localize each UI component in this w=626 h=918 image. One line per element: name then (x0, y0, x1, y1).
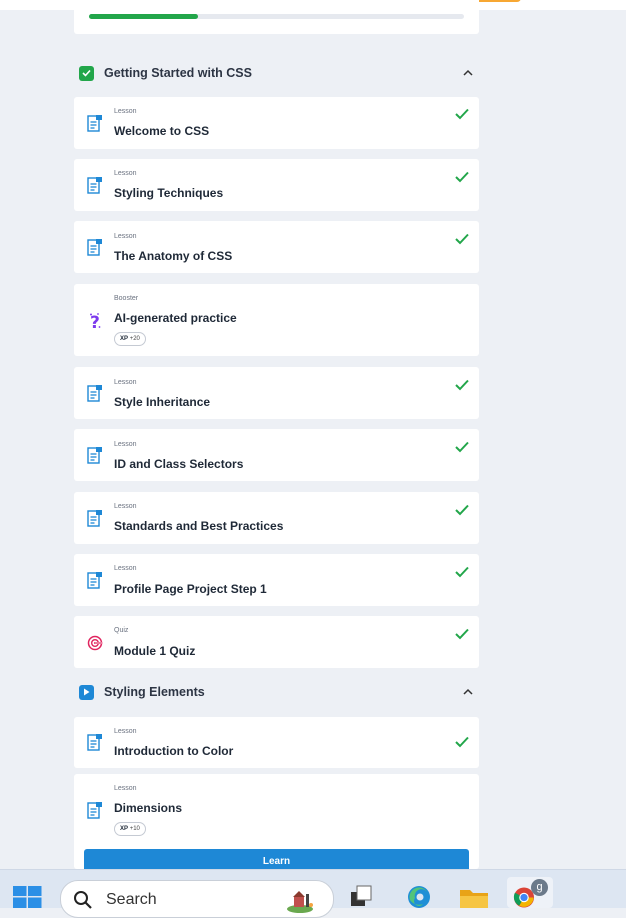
section-header-styling-elements[interactable]: Styling Elements (74, 675, 479, 709)
lesson-icon (87, 734, 102, 751)
check-icon (455, 566, 469, 578)
item-type: Lesson (114, 108, 137, 115)
search-highlight-icon (287, 891, 313, 913)
chevron-up-icon[interactable] (461, 66, 475, 80)
task-view-icon[interactable] (347, 884, 379, 908)
section-title: Styling Elements (104, 685, 205, 699)
search-icon (74, 891, 92, 909)
item-title: Standards and Best Practices (114, 519, 284, 533)
list-item[interactable]: ? Booster AI-generated practice XP +20 (74, 284, 479, 356)
lesson-icon (87, 239, 102, 256)
item-title: Profile Page Project Step 1 (114, 582, 267, 596)
item-type: Lesson (114, 565, 137, 572)
item-type: Lesson (114, 785, 137, 792)
list-item[interactable]: Lesson The Anatomy of CSS (74, 221, 479, 273)
check-icon (455, 441, 469, 453)
xp-badge: XP +10 (114, 822, 146, 836)
item-type: Lesson (114, 503, 137, 510)
xp-value: +20 (129, 336, 140, 342)
list-item[interactable]: Lesson Profile Page Project Step 1 (74, 554, 479, 606)
item-type: Lesson (114, 728, 137, 735)
item-title: Welcome to CSS (114, 124, 210, 138)
play-icon (79, 684, 94, 700)
item-type: Quiz (114, 627, 129, 634)
chevron-up-icon[interactable] (461, 685, 475, 699)
item-title: Style Inheritance (114, 395, 211, 409)
section-title: Getting Started with CSS (104, 66, 252, 80)
list-item[interactable]: Lesson ID and Class Selectors (74, 429, 479, 481)
check-icon (455, 233, 469, 245)
item-title: AI-generated practice (114, 311, 237, 325)
chrome-active-tile[interactable]: g (507, 877, 553, 908)
list-item[interactable]: Lesson Introduction to Color (74, 717, 479, 768)
lesson-icon (87, 572, 102, 589)
lesson-icon (87, 802, 102, 819)
item-title: Dimensions (114, 801, 183, 815)
lesson-icon (87, 115, 102, 132)
check-icon (455, 108, 469, 120)
lesson-icon (87, 510, 102, 527)
list-item[interactable]: Lesson Welcome to CSS (74, 97, 479, 149)
lesson-icon (87, 447, 102, 464)
list-item[interactable]: Lesson Style Inheritance (74, 367, 479, 419)
item-title: Styling Techniques (114, 186, 224, 200)
item-type: Lesson (114, 379, 137, 386)
progress-card (74, 0, 479, 34)
taskbar: Search g (0, 869, 626, 918)
check-icon (455, 736, 469, 748)
progress-track (89, 14, 464, 19)
taskbar-search[interactable]: Search (60, 880, 334, 918)
item-title: ID and Class Selectors (114, 457, 244, 471)
item-type: Lesson (114, 170, 137, 177)
list-item[interactable]: Quiz Module 1 Quiz (74, 616, 479, 668)
file-explorer-icon[interactable] (458, 884, 490, 908)
list-item[interactable]: Lesson Styling Techniques (74, 159, 479, 211)
list-item[interactable]: Lesson Standards and Best Practices (74, 492, 479, 544)
item-title: The Anatomy of CSS (114, 249, 233, 263)
lesson-icon (87, 177, 102, 194)
checkbox-checked-icon (79, 65, 94, 81)
lesson-icon (87, 385, 102, 402)
start-icon[interactable] (13, 886, 43, 908)
item-title: Introduction to Color (114, 744, 234, 758)
quiz-target-icon (87, 635, 103, 651)
check-icon (455, 504, 469, 516)
item-type: Lesson (114, 233, 137, 240)
search-placeholder: Search (106, 891, 157, 908)
section-header-getting-started[interactable]: Getting Started with CSS (74, 56, 479, 90)
progress-fill (89, 14, 198, 19)
edge-icon[interactable] (403, 884, 435, 908)
xp-label: XP (120, 826, 129, 832)
item-type: Booster (114, 295, 139, 302)
check-icon (455, 628, 469, 640)
check-icon (455, 171, 469, 183)
item-type: Lesson (114, 441, 137, 448)
xp-badge: XP +20 (114, 332, 146, 346)
svg-text:?: ? (90, 313, 100, 330)
booster-question-icon: ? (90, 313, 101, 330)
xp-value: +10 (129, 826, 140, 832)
check-icon (455, 379, 469, 391)
xp-label: XP (120, 336, 129, 342)
profile-badge: g (531, 879, 548, 896)
item-title: Module 1 Quiz (114, 644, 196, 658)
